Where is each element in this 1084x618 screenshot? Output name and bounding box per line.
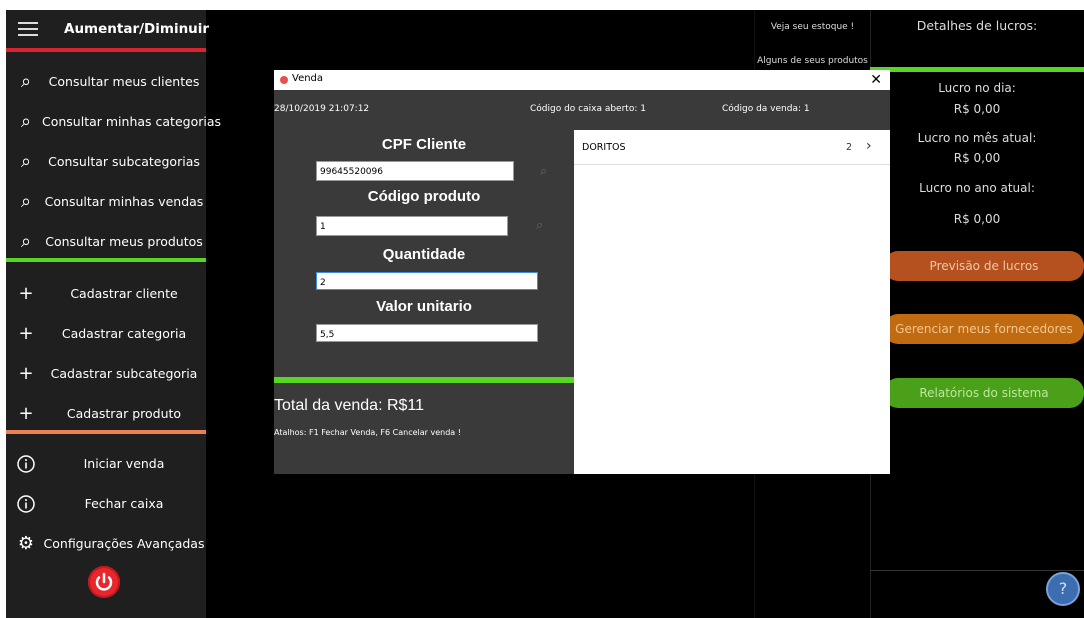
sidebar-item-configuracoes[interactable]: ⚙ Configurações Avançadas [6,524,206,564]
sidebar-title[interactable]: Aumentar/Diminuir [64,21,209,37]
quantity-label: Quantidade [382,246,466,263]
cashier-code: Código do caixa aberto: 1 [530,104,646,114]
dialog-title: Venda [292,73,324,84]
item-quantity: 2 [846,142,853,153]
stock-subtitle: Alguns de seus produtos [757,56,868,66]
sidebar: Aumentar/Diminuir ⌕ Consultar meus clien… [6,10,222,618]
sidebar-divider-red [6,48,206,52]
profits-title: Detalhes de lucros: [916,18,1038,33]
sidebar-item-label: Iniciar venda [83,456,165,471]
profit-forecast-button[interactable]: Previsão de lucros [884,251,1084,281]
chevron-right-icon: › [866,138,872,154]
sidebar-item-consultar-produtos[interactable]: ⌕ Consultar meus produtos [6,222,206,262]
sidebar-item-label: Cadastrar cliente [70,286,178,301]
panel-divider [870,570,1084,571]
sidebar-divider-orange [6,430,206,434]
search-cpf-icon[interactable]: ⌕ [540,164,554,179]
sidebar-item-label: Consultar minhas categorias [42,114,222,129]
profits-panel: Detalhes de lucros: Lucro no dia: R$ 0,0… [870,10,1084,618]
plus-icon: + [18,403,34,424]
sidebar-item-cadastrar-subcategoria[interactable]: + Cadastrar subcategoria [6,354,206,394]
search-product-icon[interactable]: ⌕ [536,218,550,233]
sidebar-item-label: Fechar caixa [84,496,164,511]
sidebar-item-consultar-clientes[interactable]: ⌕ Consultar meus clientes [6,62,206,102]
plus-icon: + [18,363,34,384]
stock-link[interactable]: Veja seu estoque ! [755,22,870,32]
profit-month-value: R$ 0,00 [953,151,1001,165]
search-icon: ⌕ [20,151,32,172]
sidebar-item-cadastrar-cliente[interactable]: + Cadastrar cliente [6,274,206,314]
search-icon: ⌕ [20,111,32,132]
search-icon: ⌕ [20,191,32,212]
sale-dialog: Venda ✕ 28/10/2019 21:07:12 Código do ca… [274,70,890,474]
cpf-input[interactable]: 99645520096 [316,161,514,181]
sidebar-item-iniciar-venda[interactable]: Iniciar venda [6,444,206,484]
list-item[interactable]: DORITOS 2 › [574,130,890,165]
sidebar-item-consultar-categorias[interactable]: ⌕ Consultar minhas categorias [6,102,222,142]
info-icon [16,454,36,474]
unit-price-input[interactable]: 5,5 [316,324,538,342]
cpf-label: CPF Cliente [381,136,467,153]
power-icon [95,572,113,591]
sidebar-item-label: Cadastrar categoria [61,326,187,341]
dialog-divider-green [274,377,574,383]
power-button[interactable] [88,566,120,598]
sidebar-header: Aumentar/Diminuir [6,10,209,50]
manage-suppliers-button[interactable]: Gerenciar meus fornecedores [884,314,1084,344]
product-code-label: Código produto [367,188,481,205]
profit-day-value: R$ 0,00 [953,102,1001,116]
sidebar-item-label: Configurações Avançadas [43,536,205,551]
sidebar-item-label: Cadastrar produto [66,406,182,421]
profit-day-label: Lucro no dia: [938,81,1016,95]
help-icon[interactable]: ? [1046,572,1080,606]
sidebar-item-label: Consultar meus clientes [48,74,200,89]
gear-icon: ⚙ [17,533,35,554]
search-icon: ⌕ [20,71,32,92]
sidebar-item-consultar-vendas[interactable]: ⌕ Consultar minhas vendas [6,182,206,222]
system-reports-button[interactable]: Relatórios do sistema [884,378,1084,408]
product-code-input[interactable]: 1 [316,216,508,236]
plus-icon: + [18,323,34,344]
sale-code: Código da venda: 1 [722,104,810,114]
close-icon[interactable]: ✕ [870,70,882,90]
app-icon [280,76,288,84]
unit-price-label: Valor unitario [376,298,472,315]
plus-icon: + [18,283,34,304]
info-icon [16,494,36,514]
shortcuts-text: Atalhos: F1 Fechar Venda, F6 Cancelar ve… [274,428,461,437]
profit-month-label: Lucro no mês atual: [917,131,1037,145]
item-name: DORITOS [582,142,626,153]
hamburger-menu-icon[interactable] [18,22,38,38]
sidebar-item-label: Consultar meus produtos [45,234,203,249]
profit-year-value: R$ 0,00 [953,212,1001,226]
sale-items-list: DORITOS 2 › [574,130,890,474]
profit-year-label: Lucro no ano atual: [919,181,1035,195]
sidebar-item-label: Cadastrar subcategoria [50,366,198,381]
sidebar-item-label: Consultar subcategorias [48,154,200,169]
app-window: Aumentar/Diminuir ⌕ Consultar meus clien… [6,10,1084,618]
dialog-titlebar: Venda ✕ [274,70,890,90]
sidebar-item-label: Consultar minhas vendas [44,194,204,209]
sidebar-item-consultar-subcategorias[interactable]: ⌕ Consultar subcategorias [6,142,206,182]
sidebar-item-fechar-caixa[interactable]: Fechar caixa [6,484,206,524]
sidebar-divider-green [6,258,206,262]
sale-total: Total da venda: R$11 [274,397,425,414]
profits-divider [870,67,1084,72]
sidebar-item-cadastrar-produto[interactable]: + Cadastrar produto [6,394,206,434]
search-icon: ⌕ [20,231,32,252]
sidebar-item-cadastrar-categoria[interactable]: + Cadastrar categoria [6,314,206,354]
quantity-input[interactable]: 2 [316,272,538,290]
sale-datetime: 28/10/2019 21:07:12 [274,104,370,114]
